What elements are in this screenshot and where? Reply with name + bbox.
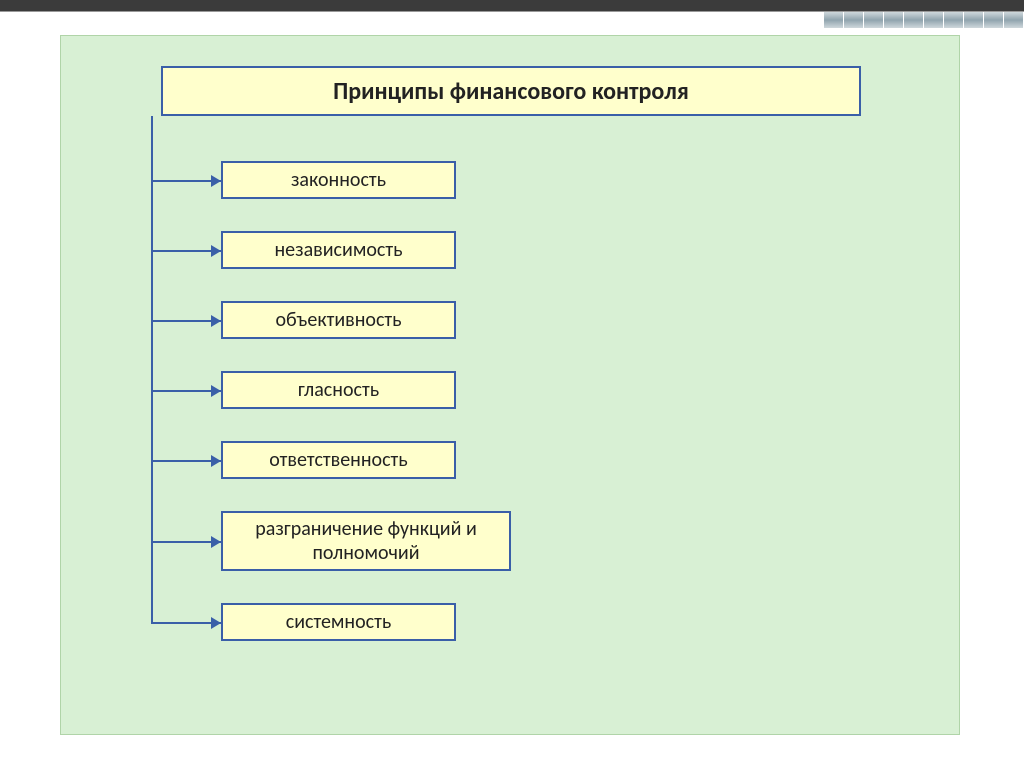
principle-item: гласность bbox=[221, 371, 456, 409]
principle-item: независимость bbox=[221, 231, 456, 269]
connector-arrow bbox=[151, 541, 221, 543]
connector-arrow bbox=[151, 622, 221, 624]
connector-vertical bbox=[151, 116, 153, 623]
connector-arrow bbox=[151, 250, 221, 252]
principle-item: разграничение функций и полномочий bbox=[221, 511, 511, 571]
connector-arrow bbox=[151, 320, 221, 322]
connector-arrow bbox=[151, 460, 221, 462]
decorative-strips bbox=[824, 12, 1024, 28]
principle-item: объективность bbox=[221, 301, 456, 339]
connector-arrow bbox=[151, 390, 221, 392]
connector-arrow bbox=[151, 180, 221, 182]
top-bar bbox=[0, 0, 1024, 12]
diagram-panel: Принципы финансового контроля законность… bbox=[60, 35, 960, 735]
principle-item: законность bbox=[221, 161, 456, 199]
principle-item: ответственность bbox=[221, 441, 456, 479]
diagram-title: Принципы финансового контроля bbox=[161, 66, 861, 116]
principle-item: системность bbox=[221, 603, 456, 641]
